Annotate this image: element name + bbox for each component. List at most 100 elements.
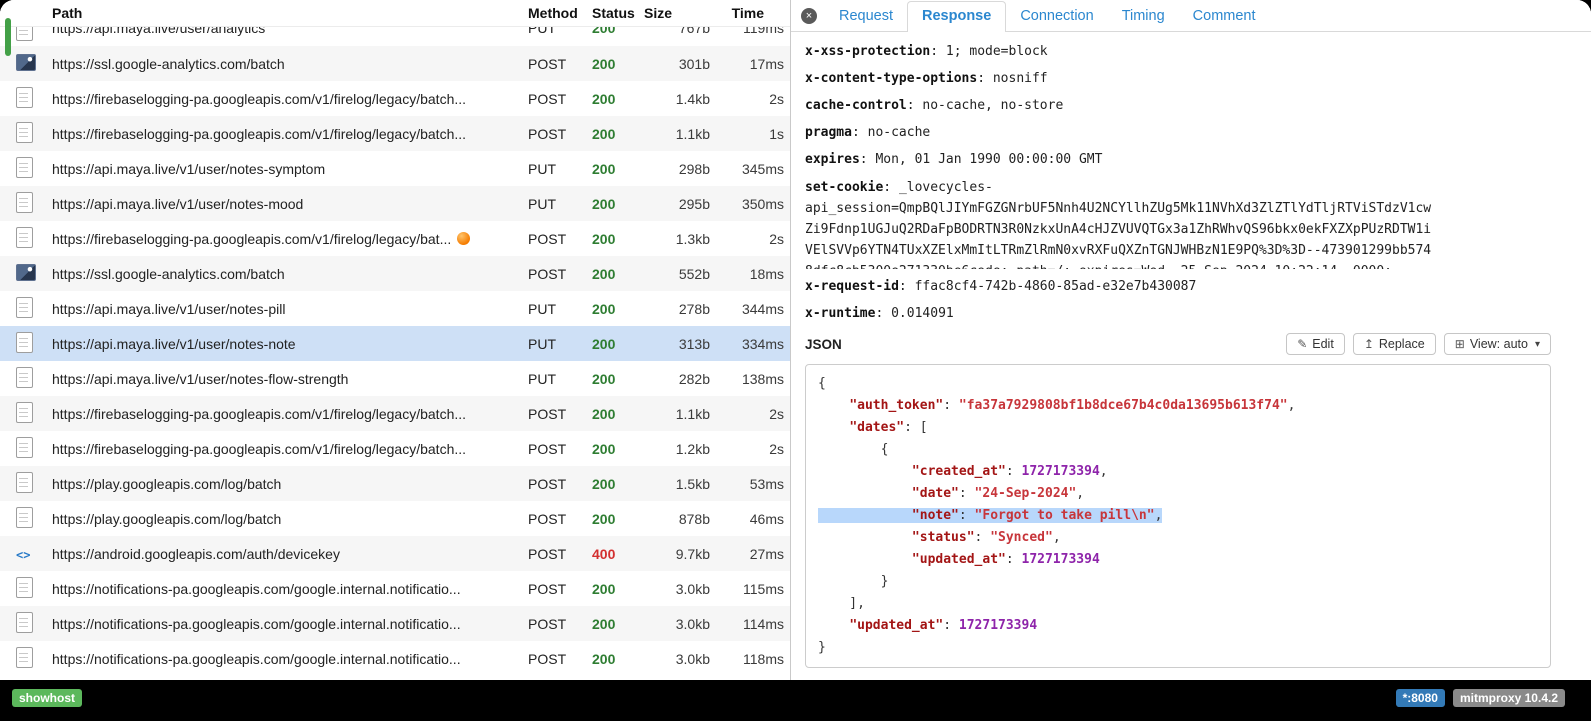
flow-row[interactable]: https://api.maya.live/v1/user/notes-pill… (0, 291, 790, 326)
flow-icon-cell (16, 332, 52, 356)
footer-left: showhost (12, 689, 82, 707)
header-name: cache-control (805, 98, 907, 113)
flow-icon-cell (16, 612, 52, 636)
flow-time: 334ms (710, 336, 784, 352)
document-icon (16, 192, 33, 213)
flow-status: 400 (592, 546, 644, 562)
flow-row[interactable]: https://api.maya.live/v1/user/notes-flow… (0, 361, 790, 396)
flow-path: https://api.maya.live/v1/user/notes-mood (52, 196, 528, 212)
flow-time: 345ms (710, 161, 784, 177)
flow-method: POST (528, 231, 592, 247)
column-header-path[interactable]: Path (52, 5, 528, 21)
flow-path: https://notifications-pa.googleapis.com/… (52, 616, 528, 632)
flow-method: POST (528, 546, 592, 562)
tab-timing[interactable]: Timing (1108, 2, 1179, 31)
flow-size: 301b (644, 56, 710, 72)
flow-status: 200 (592, 476, 644, 492)
flow-icon-cell (16, 27, 52, 44)
column-header-status[interactable]: Status (592, 5, 644, 21)
flow-size: 767b (644, 27, 710, 36)
flow-row[interactable]: <>https://android.googleapis.com/auth/de… (0, 536, 790, 571)
flow-size: 1.1kb (644, 406, 710, 422)
flow-time: 27ms (710, 546, 784, 562)
json-line: "date": "24-Sep-2024", (818, 483, 1538, 505)
flow-method: POST (528, 651, 592, 667)
column-header-time[interactable]: Time (710, 5, 784, 21)
caret-down-icon: ▾ (1535, 339, 1540, 350)
flow-row[interactable]: https://api.maya.live/v1/user/notes-mood… (0, 186, 790, 221)
flow-row[interactable]: https://notifications-pa.googleapis.com/… (0, 641, 790, 676)
flow-size: 3.0kb (644, 616, 710, 632)
header-line-expires: expires: Mon, 01 Jan 1990 00:00:00 GMT (805, 150, 1591, 169)
flow-status: 200 (592, 651, 644, 667)
flow-method: POST (528, 581, 592, 597)
flow-path: https://play.googleapis.com/log/batch (52, 511, 528, 527)
flow-status: 200 (592, 161, 644, 177)
flow-detail-pane: × RequestResponseConnectionTimingComment… (791, 0, 1591, 680)
flow-row[interactable]: https://firebaselogging-pa.googleapis.co… (0, 221, 790, 256)
flow-size: 278b (644, 301, 710, 317)
json-line: "note": "Forgot to take pill\n", (818, 505, 1538, 527)
flow-table-body[interactable]: https://api.maya.live/user/analyticsPUT2… (0, 27, 790, 680)
flow-row[interactable]: https://firebaselogging-pa.googleapis.co… (0, 81, 790, 116)
flow-row[interactable]: https://notifications-pa.googleapis.com/… (0, 571, 790, 606)
detail-tabbar: × RequestResponseConnectionTimingComment (791, 0, 1591, 32)
json-line: ], (818, 593, 1538, 615)
response-headers: x-xss-protection: 1; mode=blockx-content… (805, 42, 1591, 323)
json-line: { (818, 373, 1538, 395)
header-value: 0.014091 (891, 306, 954, 321)
close-detail-icon[interactable]: × (801, 8, 817, 24)
flow-row[interactable]: https://api.maya.live/user/analyticsPUT2… (0, 27, 790, 46)
header-value: no-cache, no-store (922, 98, 1063, 113)
flow-icon-cell (16, 87, 52, 111)
view-mode-button[interactable]: ⊞View: auto▾ (1444, 333, 1551, 355)
flow-row[interactable]: https://api.maya.live/v1/user/notes-note… (0, 326, 790, 361)
flow-row[interactable]: https://play.googleapis.com/log/batchPOS… (0, 501, 790, 536)
flow-size: 1.2kb (644, 441, 710, 457)
header-line-x-content-type-options: x-content-type-options: nosniff (805, 69, 1591, 88)
column-header-size[interactable]: Size (644, 5, 710, 21)
document-icon (16, 577, 33, 598)
flow-row[interactable]: https://play.googleapis.com/log/batchPOS… (0, 466, 790, 501)
tab-connection[interactable]: Connection (1006, 2, 1107, 31)
json-line: "dates": [ (818, 417, 1538, 439)
flow-icon-cell (16, 507, 52, 531)
flow-row[interactable]: https://api.maya.live/v1/user/notes-symp… (0, 151, 790, 186)
header-name: x-runtime (805, 306, 875, 321)
document-icon (16, 507, 33, 528)
flow-method: POST (528, 476, 592, 492)
tab-comment[interactable]: Comment (1179, 2, 1270, 31)
flow-path: https://firebaselogging-pa.googleapis.co… (52, 126, 528, 142)
tab-response[interactable]: Response (907, 1, 1006, 32)
flow-icon-cell: <> (16, 546, 52, 562)
flow-row[interactable]: https://notifications-pa.googleapis.com/… (0, 606, 790, 641)
flow-row[interactable]: https://ssl.google-analytics.com/batchPO… (0, 256, 790, 291)
flow-icon-cell (16, 472, 52, 496)
header-name: pragma (805, 125, 852, 140)
json-body[interactable]: { "auth_token": "fa37a7929808bf1b8dce67b… (805, 364, 1551, 668)
detail-scroll-area[interactable]: x-xss-protection: 1; mode=blockx-content… (791, 32, 1591, 680)
header-line-cache-control: cache-control: no-cache, no-store (805, 96, 1591, 115)
flow-icon-cell (16, 54, 52, 74)
flow-row[interactable]: https://firebaselogging-pa.googleapis.co… (0, 116, 790, 151)
flow-icon-cell (16, 297, 52, 321)
document-icon (16, 87, 33, 108)
column-header-method[interactable]: Method (528, 5, 592, 21)
tab-request[interactable]: Request (825, 2, 907, 31)
flow-icon-cell (16, 437, 52, 461)
replace-button[interactable]: ↥Replace (1353, 333, 1436, 355)
flow-method: POST (528, 126, 592, 142)
flow-row[interactable]: https://ssl.google-analytics.com/batchPO… (0, 46, 790, 81)
flow-method: POST (528, 56, 592, 72)
flow-row[interactable]: https://firebaselogging-pa.googleapis.co… (0, 431, 790, 466)
flow-status: 200 (592, 406, 644, 422)
image-icon (16, 54, 36, 71)
flow-path: https://api.maya.live/v1/user/notes-pill (52, 301, 528, 317)
edit-button[interactable]: ✎Edit (1286, 333, 1345, 355)
json-line: } (818, 637, 1538, 659)
flow-row[interactable]: https://firebaselogging-pa.googleapis.co… (0, 396, 790, 431)
flow-time: 46ms (710, 511, 784, 527)
document-icon (16, 157, 33, 178)
flow-size: 3.0kb (644, 651, 710, 667)
document-icon (16, 332, 33, 353)
